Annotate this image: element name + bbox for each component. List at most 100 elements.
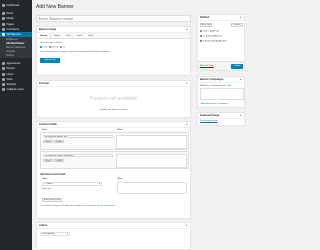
toggle-arrow-icon[interactable]: ▲ <box>185 27 188 33</box>
add-custom-field-button[interactable]: Add Custom Field <box>42 198 62 202</box>
add-new-field-heading: Add New Custom Field: <box>40 174 66 176</box>
media-icon <box>2 17 5 21</box>
box-title: Author <box>39 224 48 227</box>
tab-upload[interactable]: Upload <box>37 32 52 38</box>
publish-button[interactable]: Publish <box>231 64 243 69</box>
custom-field-value-input[interactable] <box>116 135 187 149</box>
campaign-tabs: All Banner Campaigns Most Used <box>200 85 231 87</box>
url-label: Url <box>62 46 65 49</box>
sidebar-item-label: Collapse menu <box>6 88 24 92</box>
tab-flash[interactable]: Flash <box>85 33 96 38</box>
box-header: Banner Image ▲ <box>37 27 190 33</box>
banner-type-tabs: Upload Media Code Html5 Flash <box>37 32 190 39</box>
status-row: Status: Draft Edit <box>200 30 219 33</box>
visibility-row: Visibility: Public Edit <box>200 35 222 38</box>
admin-sidebar: Dashboard Posts Media Pages Comments WP … <box>0 0 32 250</box>
pin-icon <box>2 12 5 16</box>
box-header: Banner Campaigns ▲ <box>198 77 244 83</box>
publish-footer: Move to Trash Publish <box>198 61 244 70</box>
preview-message: Preview not available <box>89 96 138 102</box>
tab-most-used[interactable]: Most Used <box>221 85 231 87</box>
tab-all-campaigns[interactable]: All Banner Campaigns <box>200 85 221 87</box>
tab-html5[interactable]: Html5 <box>74 33 85 38</box>
featured-image-box: Featured Image ▲ Set featured image <box>197 112 245 126</box>
remote-label: Remote <box>51 46 59 49</box>
preview-box: Preview ▲ Preview not available [Update t… <box>36 80 191 118</box>
sidebar-item-label: Appearance <box>6 62 21 66</box>
custom-field-name-input[interactable]: wp_bannerize_banner_impressions <box>43 154 113 157</box>
select-value: — Select — <box>44 183 55 185</box>
campaign-list <box>200 88 244 100</box>
toggle-arrow-icon[interactable]: ▲ <box>185 122 188 128</box>
box-title: Preview <box>39 82 49 85</box>
publish-time-value: immediately <box>210 40 223 43</box>
enter-new-link[interactable]: Enter new <box>42 188 51 190</box>
add-campaign-link[interactable]: + Add New Banner Campaign <box>200 103 227 105</box>
toggle-arrow-icon[interactable]: ▲ <box>239 15 242 21</box>
update-field-button[interactable]: Update <box>54 140 64 143</box>
upload-help-text: From this panel you can upload a local b… <box>40 51 111 53</box>
set-featured-image-link[interactable]: Set featured image <box>200 120 218 122</box>
visibility-edit-link[interactable]: Edit <box>218 36 222 38</box>
preview-subtext: [Update the banner content] <box>99 109 128 111</box>
new-field-value-input[interactable] <box>117 182 187 194</box>
sidebar-item-label: Tools <box>6 77 13 81</box>
banner-title-input[interactable]: Enter Banner name <box>36 15 191 22</box>
publish-time-row: Publish immediately Edit <box>200 40 227 43</box>
box-header: Author ▲ <box>37 223 190 229</box>
publish-time-edit-link[interactable]: Edit <box>223 41 227 43</box>
tab-code[interactable]: Code <box>63 33 74 38</box>
custom-fields-box: Custom Fields ▲ Name Value wp_bannerize_b… <box>36 121 191 219</box>
comments-icon <box>2 27 5 31</box>
note-link[interactable]: can use in your theme <box>97 205 116 207</box>
banner-icon <box>2 33 5 37</box>
custom-field-select[interactable]: — Select — ▾ <box>42 182 102 186</box>
author-box: Author ▲ admin (admin) ▾ <box>36 222 191 250</box>
tab-media[interactable]: Media <box>51 33 63 38</box>
box-header: Custom Fields ▲ <box>37 122 190 128</box>
status-label: Status: <box>202 30 210 33</box>
select-value: admin (admin) <box>42 233 55 235</box>
upload-file-button[interactable]: Upload a file <box>40 58 60 63</box>
chevron-down-icon: ▾ <box>98 183 100 185</box>
author-select[interactable]: admin (admin) ▾ <box>40 232 70 236</box>
save-draft-button[interactable]: Save Draft <box>200 23 212 27</box>
sidebar-item-label: Dashboard <box>6 4 20 8</box>
update-field-button[interactable]: Update <box>54 159 64 162</box>
status-edit-link[interactable]: Edit <box>215 31 219 33</box>
toggle-arrow-icon[interactable]: ▲ <box>239 77 242 83</box>
box-header: Preview ▲ <box>37 81 190 87</box>
publish-time-label: Publish <box>202 40 210 43</box>
main-content: Add New Banner Enter Banner name Banner … <box>32 0 250 250</box>
appearance-icon <box>2 62 5 66</box>
submenu-settings[interactable]: Settings <box>0 54 32 58</box>
preview-button[interactable]: Preview <box>231 23 243 27</box>
custom-field-name-input[interactable]: wp_bannerize_banner_click <box>43 135 113 138</box>
toggle-arrow-icon[interactable]: ▲ <box>185 223 188 229</box>
name-column-header: Name <box>42 129 48 131</box>
settings-icon <box>2 82 5 86</box>
box-title: Banner Image <box>39 28 57 31</box>
calendar-icon <box>200 40 203 43</box>
custom-field-row: wp_bannerize_banner_click Delete Update <box>40 132 189 150</box>
remote-radio[interactable] <box>48 46 51 48</box>
visibility-label: Visibility: <box>202 35 212 38</box>
banner-source-radios: Local Remote Url <box>40 46 65 49</box>
toggle-arrow-icon[interactable]: ▲ <box>239 113 242 119</box>
page-title: Add New Banner <box>36 4 74 10</box>
visibility-value: Public <box>211 35 218 38</box>
move-to-trash-link[interactable]: Move to Trash <box>200 65 214 67</box>
local-radio[interactable] <box>40 46 42 48</box>
box-title: Custom Fields <box>39 123 57 126</box>
delete-field-button[interactable]: Delete <box>43 159 53 162</box>
sidebar-item-label: Media <box>6 17 14 21</box>
box-header: Featured Image ▲ <box>198 113 244 119</box>
sidebar-collapse[interactable]: Collapse menu <box>0 87 32 92</box>
delete-field-button[interactable]: Delete <box>43 140 53 143</box>
custom-field-value-input[interactable] <box>116 154 187 168</box>
tools-icon <box>2 77 5 81</box>
sidebar-item-label: WP Banners <box>6 33 22 37</box>
pages-icon <box>2 22 5 26</box>
users-icon <box>2 72 5 76</box>
toggle-arrow-icon[interactable]: ▲ <box>185 81 188 87</box>
